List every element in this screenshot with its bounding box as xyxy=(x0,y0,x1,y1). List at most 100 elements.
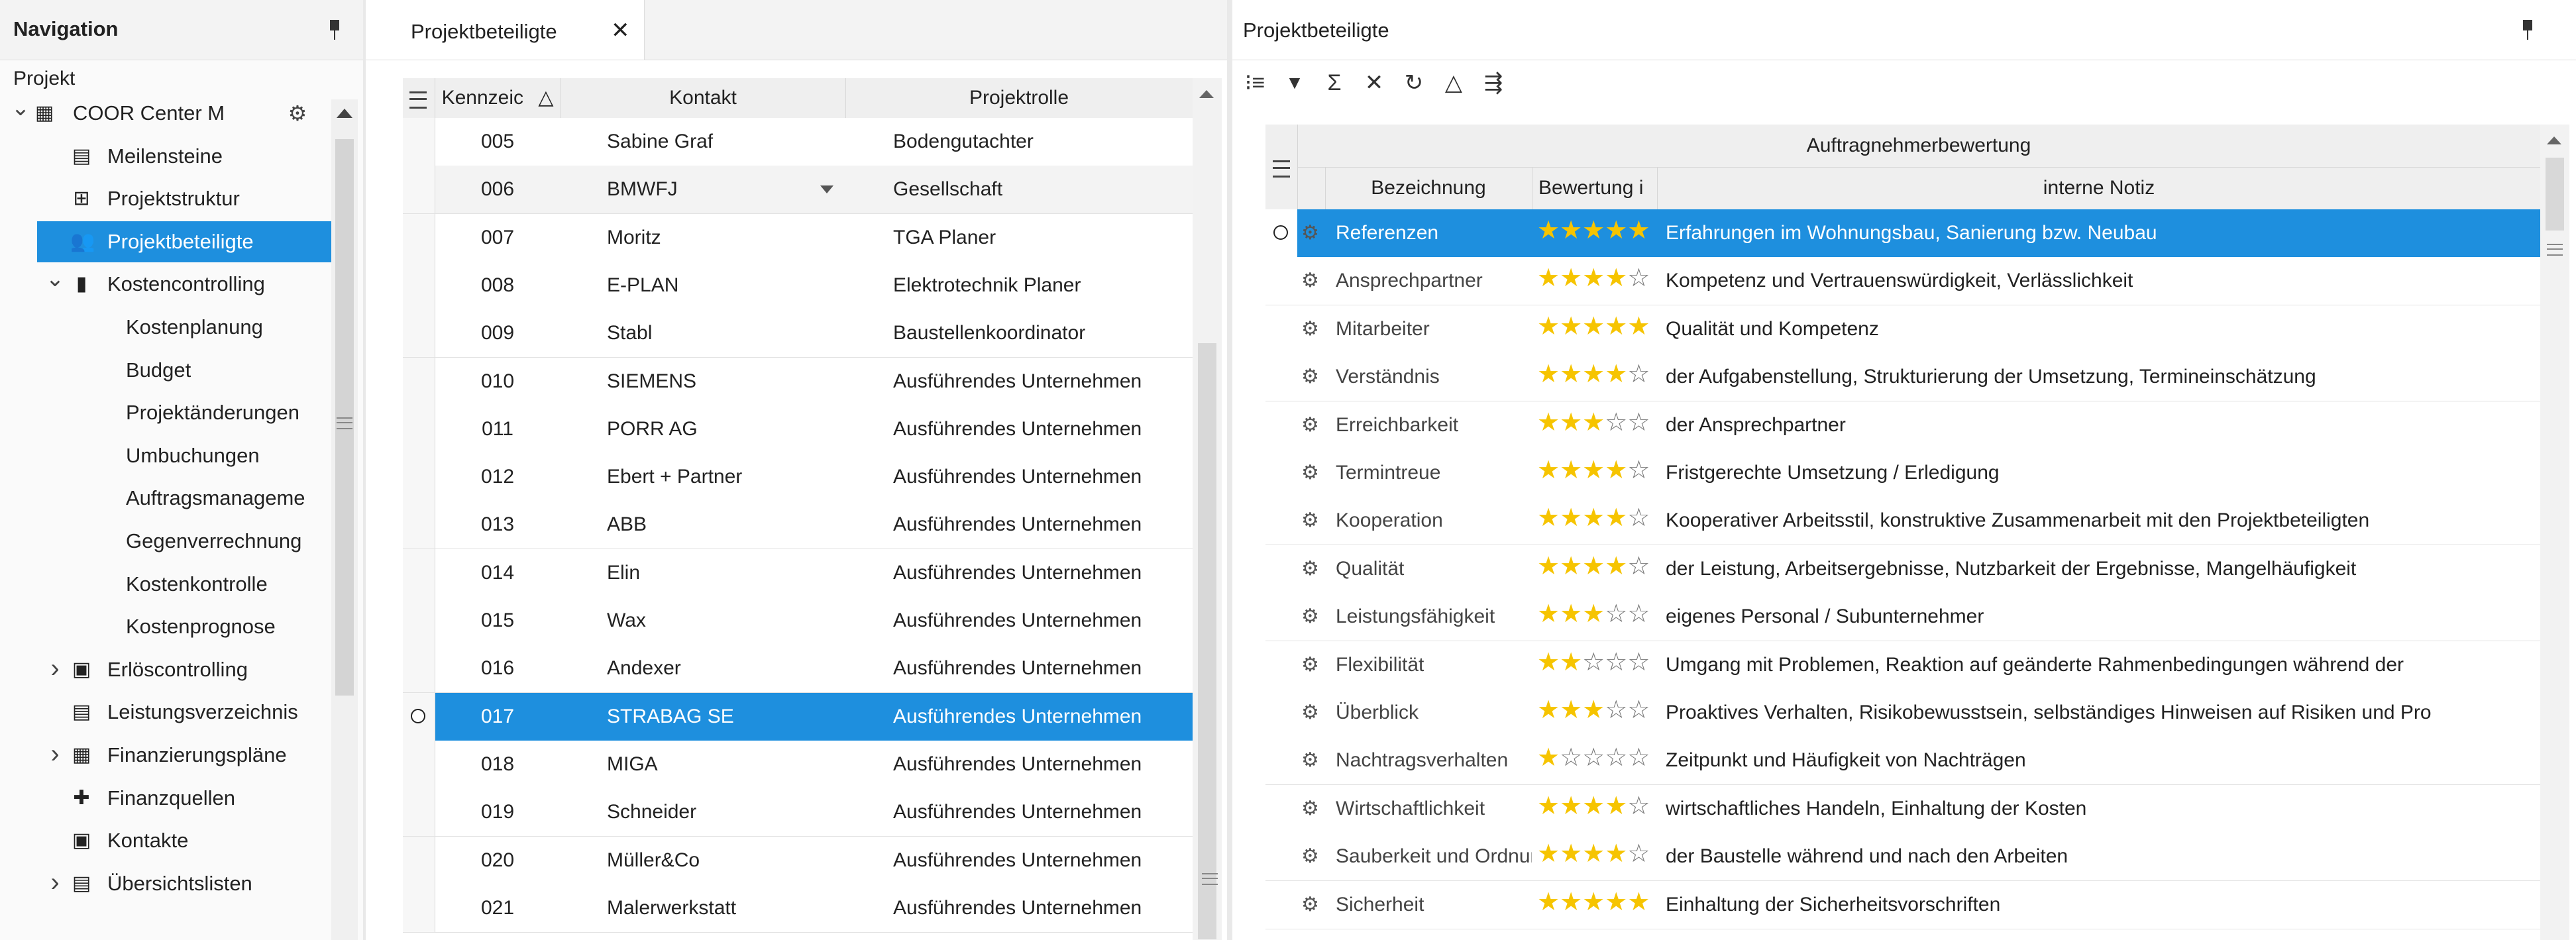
row-indicator[interactable] xyxy=(403,453,435,501)
star-empty-icon[interactable]: ☆ xyxy=(1605,409,1627,437)
star-filled-icon[interactable]: ★ xyxy=(1537,552,1560,580)
star-rating[interactable]: ★★★☆☆ xyxy=(1537,689,1659,737)
star-filled-icon[interactable]: ★ xyxy=(1560,313,1582,340)
star-filled-icon[interactable]: ★ xyxy=(1605,504,1627,532)
row-indicator[interactable] xyxy=(1265,545,1297,593)
table-row[interactable]: ⚙ Überblick ★★★☆☆ Proaktives Verhalten, Ris… xyxy=(1265,689,2540,737)
row-indicator[interactable] xyxy=(403,645,435,693)
table-row[interactable]: 007 Moritz TGA Planer xyxy=(403,213,1193,262)
row-indicator[interactable] xyxy=(1265,209,1297,257)
settings-icon[interactable]: ⚙ xyxy=(1301,209,1325,257)
star-empty-icon[interactable]: ☆ xyxy=(1627,504,1650,532)
nav-item-meilensteine[interactable]: ▤ Meilensteine xyxy=(0,136,331,177)
cell-kontakt[interactable]: Andexer xyxy=(607,645,832,692)
star-empty-icon[interactable]: ☆ xyxy=(1605,600,1627,628)
star-filled-icon[interactable]: ★ xyxy=(1627,888,1650,916)
row-indicator[interactable] xyxy=(403,213,435,262)
star-filled-icon[interactable]: ★ xyxy=(1560,552,1582,580)
pin-icon[interactable] xyxy=(2520,20,2535,40)
sum-icon[interactable]: Σ xyxy=(1320,66,1349,99)
table-row[interactable]: 009 Stabl Baustellenkoordinator xyxy=(403,309,1193,358)
row-indicator[interactable] xyxy=(403,788,435,837)
star-rating[interactable]: ★★★★★ xyxy=(1537,209,1659,257)
nav-item-auftragsmanageme[interactable]: Auftragsmanageme xyxy=(0,478,331,519)
row-indicator[interactable] xyxy=(1265,449,1297,497)
row-indicator[interactable] xyxy=(1265,880,1297,929)
nav-item-projektbeteiligte[interactable]: 👥 Projektbeteiligte xyxy=(37,221,331,262)
table-row[interactable]: 006 BMWFJ Gesellschaft xyxy=(403,166,1193,215)
scroll-up-icon[interactable] xyxy=(2547,136,2561,144)
row-indicator[interactable] xyxy=(1265,401,1297,449)
star-rating[interactable]: ★☆☆☆☆ xyxy=(1537,737,1659,784)
row-indicator[interactable] xyxy=(403,836,435,884)
star-empty-icon[interactable]: ☆ xyxy=(1605,649,1627,676)
cell-kontakt[interactable]: SIEMENS xyxy=(607,358,832,405)
table-row[interactable]: 012 Ebert + Partner Ausführendes Unternehm… xyxy=(403,453,1193,502)
table-row[interactable]: ⚙ Erreichbarkeit ★★★☆☆ der Ansprechpartner xyxy=(1265,401,2540,450)
table-row[interactable]: 005 Sabine Graf Bodengutachter xyxy=(403,118,1193,166)
star-filled-icon[interactable]: ★ xyxy=(1582,840,1605,868)
table-row[interactable]: 011 PORR AG Ausführendes Unternehmen xyxy=(403,405,1193,454)
star-filled-icon[interactable]: ★ xyxy=(1537,696,1560,724)
table-row[interactable]: 008 E-PLAN Elektrotechnik Planer xyxy=(403,261,1193,310)
star-filled-icon[interactable]: ★ xyxy=(1605,456,1627,484)
row-indicator[interactable] xyxy=(403,884,435,932)
star-empty-icon[interactable]: ☆ xyxy=(1605,696,1627,724)
chevron-right-icon[interactable]: › xyxy=(45,648,65,689)
row-indicator[interactable] xyxy=(403,548,435,597)
star-filled-icon[interactable]: ★ xyxy=(1582,792,1605,820)
table-row[interactable]: ⚙ Nachtragsverhalten ★☆☆☆☆ Zeitpunkt und Hä… xyxy=(1265,737,2540,786)
star-filled-icon[interactable]: ★ xyxy=(1537,840,1560,868)
star-filled-icon[interactable]: ★ xyxy=(1560,264,1582,292)
star-filled-icon[interactable]: ★ xyxy=(1560,409,1582,437)
pin-icon[interactable] xyxy=(327,20,342,40)
cell-kontakt[interactable]: Elin xyxy=(607,549,832,597)
column-header-kontakt[interactable]: Kontakt xyxy=(561,78,846,118)
cell-kontakt[interactable]: Wax xyxy=(607,597,832,645)
nav-item-leistungsverzeichnis[interactable]: ▤ Leistungsverzeichnis xyxy=(0,692,331,733)
star-filled-icon[interactable]: ★ xyxy=(1537,600,1560,628)
settings-icon[interactable]: ⚙ xyxy=(1301,689,1325,737)
star-filled-icon[interactable]: ★ xyxy=(1605,552,1627,580)
star-empty-icon[interactable]: ☆ xyxy=(1627,792,1650,820)
star-filled-icon[interactable]: ★ xyxy=(1605,313,1627,340)
settings-icon[interactable]: ⚙ xyxy=(1301,785,1325,833)
star-empty-icon[interactable]: ☆ xyxy=(1627,744,1650,772)
settings-icon[interactable]: ⚙ xyxy=(1301,641,1325,689)
settings-icon[interactable]: ⚙ xyxy=(288,93,307,134)
star-filled-icon[interactable]: ★ xyxy=(1605,217,1627,244)
table-row[interactable]: ⚙ Flexibilität ★★☆☆☆ Umgang mit Problemen, … xyxy=(1265,641,2540,690)
star-filled-icon[interactable]: ★ xyxy=(1560,504,1582,532)
settings-icon[interactable]: ⚙ xyxy=(1301,401,1325,449)
table-row[interactable]: 020 Müller&Co Ausführendes Unternehmen xyxy=(403,836,1193,885)
star-filled-icon[interactable]: ★ xyxy=(1582,217,1605,244)
scroll-up-icon[interactable] xyxy=(337,109,352,118)
row-indicator[interactable] xyxy=(403,740,435,788)
cell-kontakt[interactable]: BMWFJ xyxy=(607,166,832,213)
row-indicator[interactable] xyxy=(1265,353,1297,401)
star-filled-icon[interactable]: ★ xyxy=(1582,264,1605,292)
settings-icon[interactable]: ⚙ xyxy=(1301,737,1325,784)
star-filled-icon[interactable]: ★ xyxy=(1537,360,1560,388)
star-filled-icon[interactable]: ★ xyxy=(1605,888,1627,916)
cell-kontakt[interactable]: MIGA xyxy=(607,741,832,788)
nav-item-kostencontrolling[interactable]: ⌄ ▮ Kostencontrolling xyxy=(0,264,331,305)
scroll-up-icon[interactable] xyxy=(1199,90,1214,98)
row-indicator[interactable] xyxy=(1265,641,1297,689)
star-filled-icon[interactable]: ★ xyxy=(1560,456,1582,484)
star-filled-icon[interactable]: ★ xyxy=(1537,264,1560,292)
table-row[interactable]: 017 STRABAG SE Ausführendes Unternehmen xyxy=(403,692,1193,741)
star-filled-icon[interactable]: ★ xyxy=(1582,552,1605,580)
star-filled-icon[interactable]: ★ xyxy=(1605,792,1627,820)
nav-item-coor-center-m[interactable]: ⌄ ▦ COOR Center M ⚙ xyxy=(0,93,331,134)
nav-item-kontakte[interactable]: ▣ Kontakte xyxy=(0,820,331,861)
scrollbar-thumb[interactable] xyxy=(1198,343,1218,939)
scrollbar-thumb[interactable] xyxy=(335,139,354,696)
row-indicator[interactable] xyxy=(1265,689,1297,737)
star-filled-icon[interactable]: ★ xyxy=(1627,217,1650,244)
table-row[interactable]: ⚙ Verständnis ★★★★☆ der Aufgabenstellung, S… xyxy=(1265,353,2540,402)
star-rating[interactable]: ★★★★☆ xyxy=(1537,545,1659,593)
nav-item-finanzquellen[interactable]: ✚ Finanzquellen xyxy=(0,778,331,819)
row-indicator[interactable] xyxy=(1265,497,1297,545)
star-empty-icon[interactable]: ☆ xyxy=(1627,360,1650,388)
